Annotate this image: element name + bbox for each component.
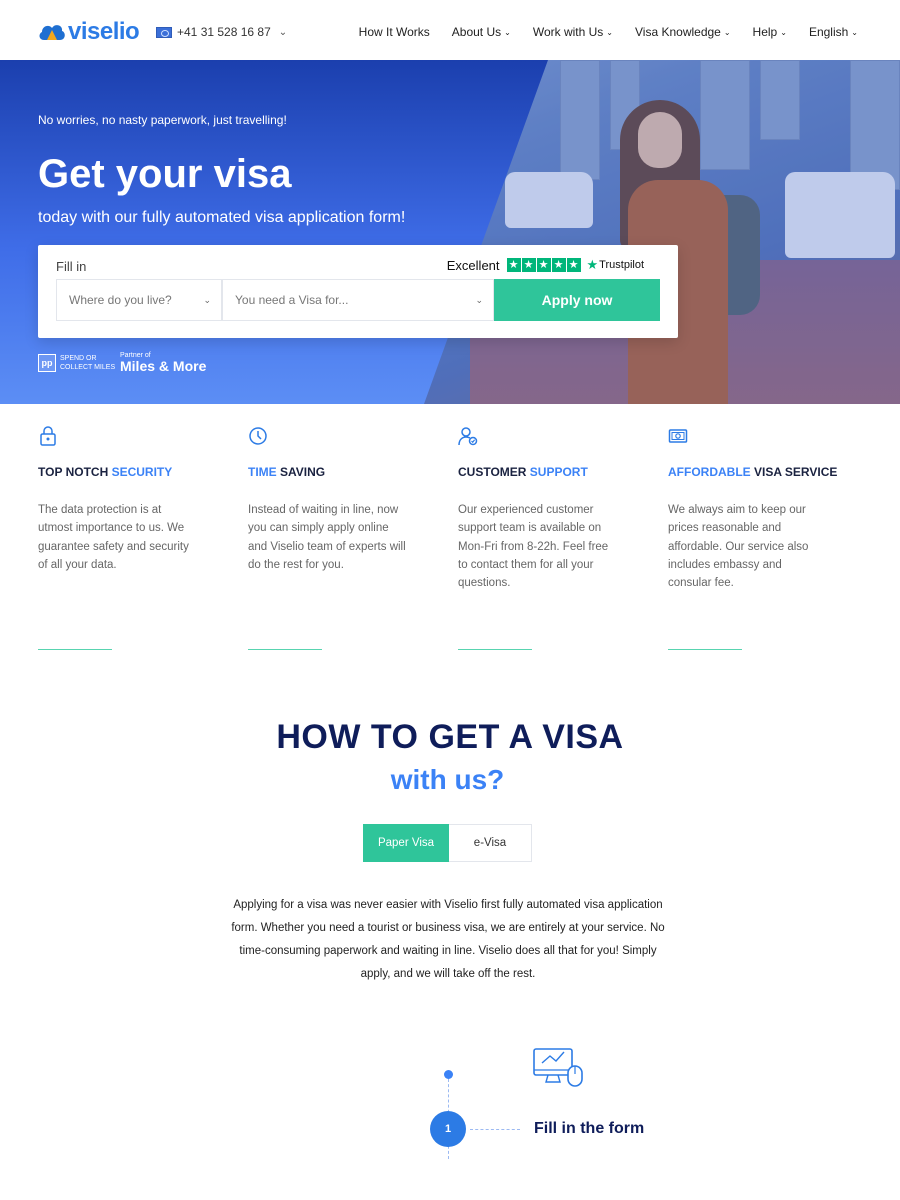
nav-about-us[interactable]: About Us ⌄ [452,25,511,39]
chevron-down-icon: ⌄ [780,28,787,37]
feature-divider [248,649,322,650]
star-icon: ★ [551,258,566,272]
miles-and-more-partner[interactable]: pp SPEND OR COLLECT MILES Partner of Mil… [38,352,206,374]
title-part: CUSTOMER [458,465,530,479]
destination-visa-select[interactable]: You need a Visa for... ⌄ [222,279,494,321]
nav-label: Visa Knowledge [635,25,721,39]
feature-description: Our experienced customer support team is… [458,504,609,590]
feature-customer-support: CUSTOMER SUPPORT Our experienced custome… [458,426,628,592]
feature-title: AFFORDABLE VISA SERVICE [668,465,838,479]
phone-number: +41 31 528 16 87 [177,25,271,39]
star-icon: ★ [506,258,521,272]
howto-title: HOW TO GET A VISA [276,718,624,756]
chevron-down-icon: ⌄ [606,28,613,37]
feature-description: We always aim to keep our prices reasona… [668,504,809,590]
select-placeholder: You need a Visa for... [235,293,349,307]
nav-visa-knowledge[interactable]: Visa Knowledge ⌄ [635,25,731,39]
main-nav: How It Works About Us ⌄ Work with Us ⌄ Vis… [359,25,858,39]
pp-caption: SPEND OR COLLECT MILES [60,355,116,371]
title-part: TOP NOTCH [38,465,112,479]
chevron-down-icon: ⌄ [723,28,731,37]
computer-form-icon [533,1048,583,1087]
apply-now-button[interactable]: Apply now [494,279,660,321]
feature-affordable: AFFORDABLE VISA SERVICE We always aim to… [668,426,838,592]
features-section: TOP NOTCH SECURITY The data protection i… [0,404,900,664]
select-placeholder: Where do you live? [69,293,172,307]
hero-banner: No worries, no nasty paperwork, just tra… [0,60,900,404]
feature-divider [458,649,532,650]
trustpilot-rating[interactable]: Excellent ★ ★ ★ ★ ★ ★ Trustpilot [447,257,644,273]
hero-subtitle: today with our fully automated visa appl… [38,209,406,226]
feature-title: CUSTOMER SUPPORT [458,465,628,479]
star-icon: ★ [521,258,536,272]
feature-time-saving: TIME SAVING Instead of waiting in line, … [248,426,418,574]
nav-label: About Us [451,25,502,39]
nav-work-with-us[interactable]: Work with Us ⌄ [533,25,613,39]
step-number-badge: 1 [430,1111,466,1147]
title-part: VISA SERVICE [750,465,838,479]
hero-kicker: No worries, no nasty paperwork, just tra… [38,113,287,127]
step-connector [470,1129,520,1130]
feature-security: TOP NOTCH SECURITY The data protection i… [38,426,208,574]
title-highlight: SECURITY [111,465,173,479]
viselio-logo[interactable]: viselio [38,18,140,45]
feature-title: TOP NOTCH SECURITY [38,465,208,479]
nav-label: How It Works [358,25,430,39]
nav-label: English [808,25,849,39]
chevron-down-icon: ⌄ [851,28,858,37]
star-icon: ★ [536,258,551,272]
nav-help[interactable]: Help ⌄ [753,25,787,39]
trustpilot-star-icon: ★ [586,257,599,272]
nav-how-it-works[interactable]: How It Works [359,25,430,39]
visa-type-tabs: Paper Visa e-Visa [363,824,532,862]
visa-application-form: Fill in Excellent ★ ★ ★ ★ ★ ★ Trustpilot… [38,245,678,338]
step-label: Fill in the form [534,1120,645,1137]
rating-text: Excellent [446,257,500,273]
language-selector[interactable]: English ⌄ [809,25,858,39]
fill-in-label: Fill in [56,259,87,274]
eu-flag-icon [156,26,172,38]
feature-description: Instead of waiting in line, now you can … [248,504,406,571]
trustpilot-logo: ★ Trustpilot [587,257,644,273]
title-highlight: SUPPORT [529,465,588,479]
chevron-down-icon: ⌄ [203,294,211,305]
feature-divider [38,649,112,650]
feature-divider [668,649,742,650]
feature-description: The data protection is at utmost importa… [38,504,189,571]
tab-paper-visa[interactable]: Paper Visa [363,824,449,862]
support-user-icon [458,427,478,446]
chevron-down-icon: ⌄ [504,28,511,37]
title-highlight: AFFORDABLE [668,465,751,479]
title-part: SAVING [276,465,326,479]
miles-more-name: Miles & More [120,358,207,374]
tab-e-visa[interactable]: e-Visa [449,824,532,862]
cloud-logo-icon [39,25,65,40]
chevron-down-icon: ⌄ [278,26,288,38]
feature-title: TIME SAVING [248,465,418,479]
trustpilot-label: Trustpilot [599,259,644,271]
site-header: viselio +41 31 528 16 87 ⌄ How It Works … [0,0,900,60]
howto-intro-text: Applying for a visa was never easier wit… [231,899,665,980]
lock-icon [40,426,56,446]
clock-icon [249,427,267,445]
country-of-residence-select[interactable]: Where do you live? ⌄ [56,279,222,321]
howto-subtitle: with us? [390,764,505,795]
phone-selector[interactable]: +41 31 528 16 87 ⌄ [156,25,287,39]
title-highlight: TIME [248,465,277,479]
star-icon: ★ [566,258,581,272]
nav-label: Help [752,25,778,39]
hero-title: Get your visa [38,152,292,196]
money-icon [668,429,688,443]
miles-more-logo: Partner of Miles & More [120,352,206,374]
nav-label: Work with Us [532,25,604,39]
timeline-dot [444,1070,453,1079]
chevron-down-icon: ⌄ [475,294,483,305]
rating-stars: ★ ★ ★ ★ ★ [506,258,581,272]
pp-logo-icon: pp [38,354,56,372]
logo-text: viselio [68,18,140,45]
